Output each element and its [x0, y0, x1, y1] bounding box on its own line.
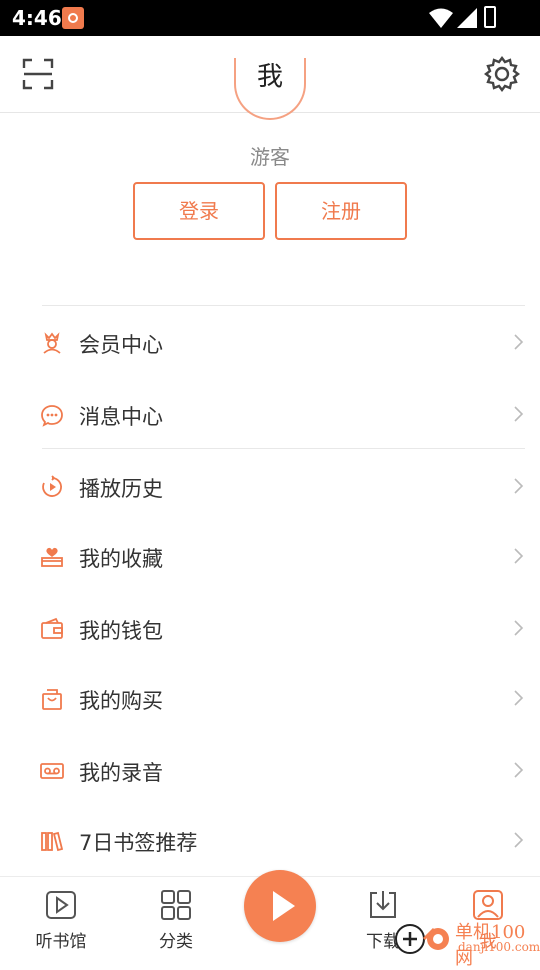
play-button[interactable]: [244, 870, 316, 942]
menu-item-label: 我的录音: [79, 761, 163, 785]
menu-divider: [42, 448, 525, 449]
login-button[interactable]: 登录: [133, 182, 265, 240]
menu-item-label: 我的收藏: [79, 547, 163, 571]
vip-crown-icon: [43, 332, 61, 354]
menu-item-label: 播放历史: [79, 477, 163, 501]
menu-divider: [42, 305, 525, 306]
signal-icon: [457, 8, 477, 28]
settings-gear-icon[interactable]: [482, 54, 522, 94]
tab-category[interactable]: 分类: [126, 877, 226, 961]
menu-item-wallet[interactable]: 我的钱包: [0, 593, 540, 663]
guest-label: 游客: [250, 145, 290, 169]
menu-item-bookmark-recommend[interactable]: 7日书签推荐: [0, 805, 540, 875]
menu-item-vip-center[interactable]: 会员中心: [0, 307, 540, 377]
register-button[interactable]: 注册: [275, 182, 407, 240]
shopping-bag-icon: [42, 689, 62, 710]
books-icon: [41, 831, 64, 852]
menu-item-purchases[interactable]: 我的购买: [0, 663, 540, 733]
menu-item-label: 7日书签推荐: [79, 831, 198, 855]
watermark-url: danji100.com: [458, 940, 540, 954]
wallet-icon: [41, 617, 63, 639]
notification-app-icon: [62, 7, 84, 29]
wifi-icon: [429, 8, 453, 28]
chevron-right-icon: [514, 548, 524, 564]
menu-item-play-history[interactable]: 播放历史: [0, 451, 540, 521]
menu-item-message-center[interactable]: 消息中心: [0, 379, 540, 449]
chevron-right-icon: [514, 832, 524, 848]
menu-item-label: 我的购买: [79, 689, 163, 713]
message-bubble-icon: [41, 405, 63, 427]
status-time: 4:46: [12, 6, 62, 30]
menu-item-label: 消息中心: [79, 405, 163, 429]
chevron-right-icon: [514, 478, 524, 494]
chevron-right-icon: [514, 406, 524, 422]
play-square-icon: [46, 891, 76, 919]
battery-icon: [484, 6, 496, 28]
chevron-right-icon: [514, 690, 524, 706]
favorite-heart-icon: [41, 547, 63, 567]
menu-item-label: 我的钱包: [79, 619, 163, 643]
recording-tape-icon: [40, 763, 64, 779]
chevron-right-icon: [514, 762, 524, 778]
tab-label: 听书馆: [35, 932, 87, 952]
grid-icon: [161, 890, 191, 920]
chevron-right-icon: [514, 334, 524, 350]
play-history-icon: [42, 475, 62, 497]
status-bar: 4:46: [0, 0, 540, 36]
tab-listen-library[interactable]: 听书馆: [11, 877, 111, 961]
menu-item-favorites[interactable]: 我的收藏: [0, 521, 540, 591]
chevron-right-icon: [514, 620, 524, 636]
menu-item-label: 会员中心: [79, 333, 163, 357]
menu-item-recordings[interactable]: 我的录音: [0, 735, 540, 805]
tab-label: 分类: [159, 932, 193, 952]
